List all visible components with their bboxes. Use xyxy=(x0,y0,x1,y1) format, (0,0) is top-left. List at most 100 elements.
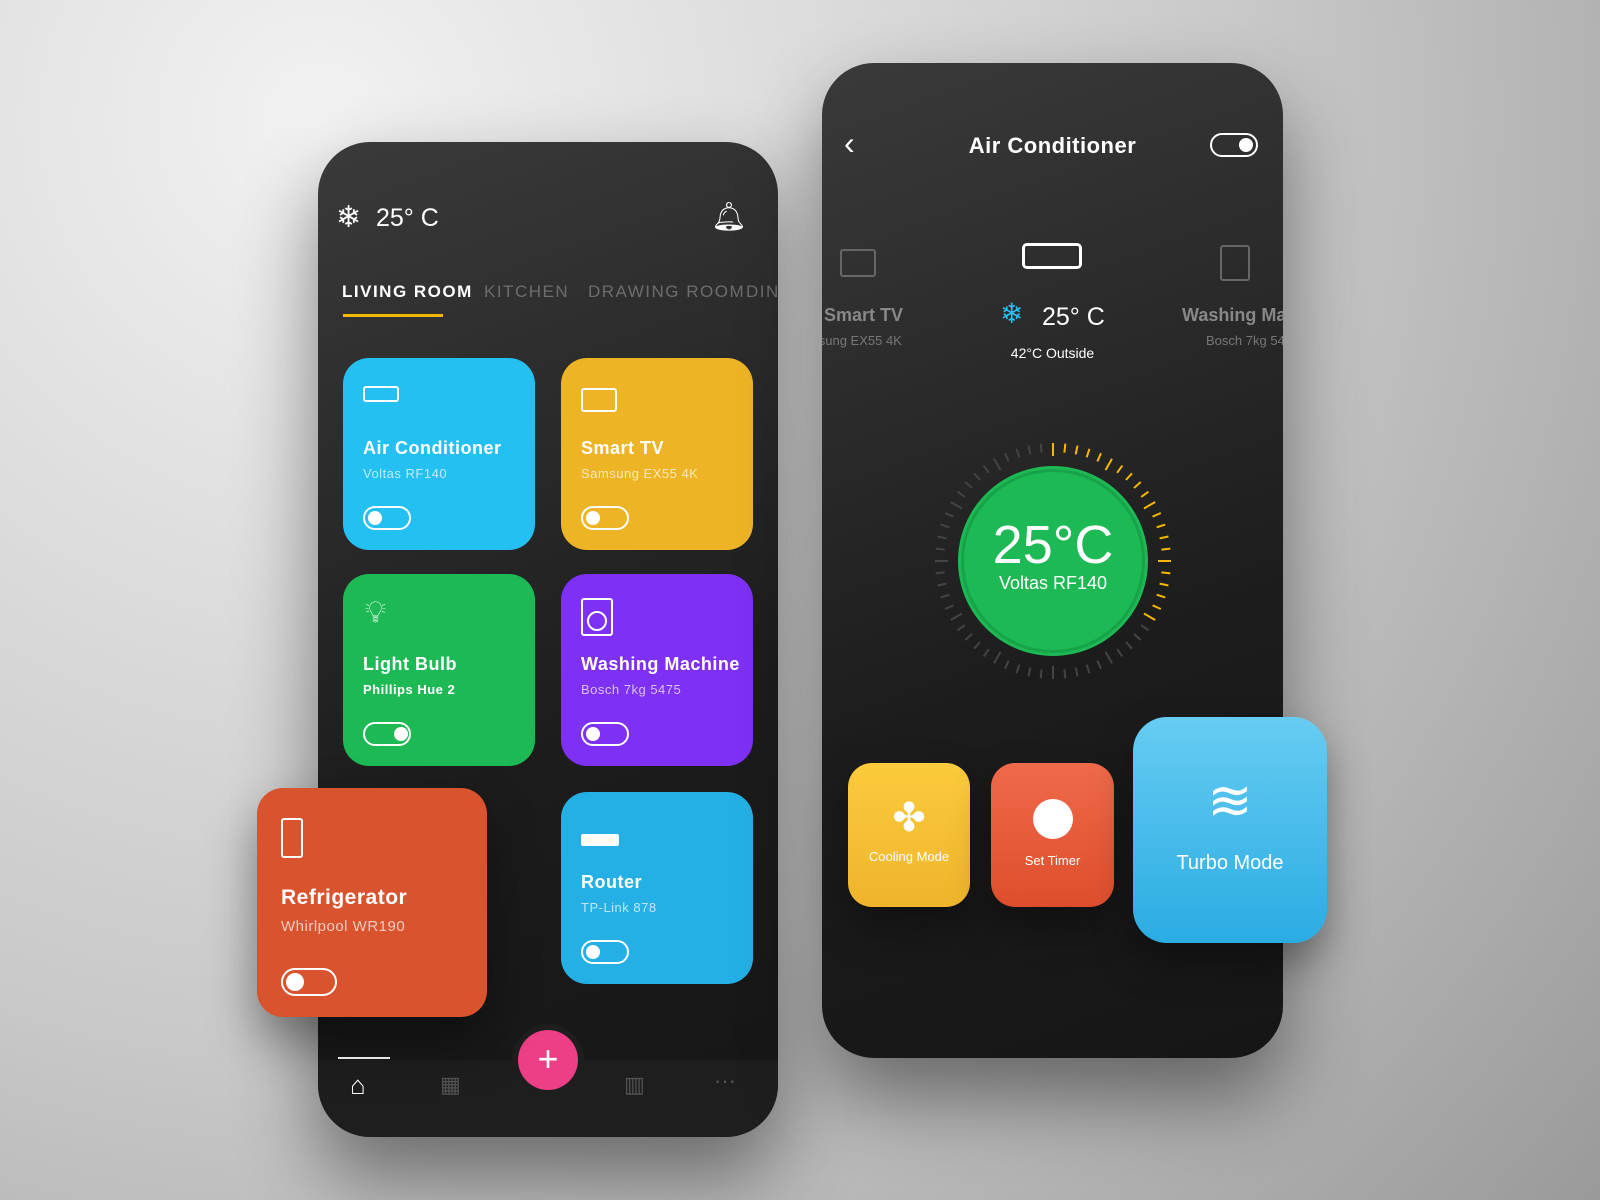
dial-tick xyxy=(1143,612,1156,621)
dial-tick xyxy=(1063,669,1067,679)
tab-living-room[interactable]: LIVING ROOM xyxy=(342,282,473,302)
dial-tick xyxy=(1116,464,1124,474)
dial-tick xyxy=(1125,641,1133,650)
dial-tick xyxy=(935,547,945,551)
dial-tick xyxy=(1133,633,1142,641)
dial-tick xyxy=(1085,664,1091,674)
dial-tick xyxy=(1152,604,1162,610)
dial-center: 25°C Voltas RF140 xyxy=(961,469,1145,653)
chart-icon[interactable]: ▥ xyxy=(624,1072,645,1098)
dial-tick xyxy=(950,501,963,510)
wind-icon: ≋ xyxy=(1207,771,1253,831)
dial-tick xyxy=(944,512,954,518)
home-icon[interactable]: ⌂ xyxy=(350,1070,366,1101)
light-bulb-icon: 💡︎ xyxy=(365,596,386,629)
mode-label: Cooling Mode xyxy=(868,849,950,864)
dial-tick xyxy=(1125,472,1133,481)
more-icon[interactable]: ··· xyxy=(714,1068,736,1094)
device-model: Voltas RF140 xyxy=(363,466,448,481)
dial-tick xyxy=(1140,624,1150,632)
dial-tick xyxy=(937,582,947,587)
dial-tick xyxy=(1152,512,1162,518)
device-card-ac[interactable]: Air Conditioner Voltas RF140 xyxy=(343,358,535,550)
mode-label: Set Timer xyxy=(1024,853,1081,868)
dial-tick xyxy=(1156,523,1166,529)
dial-tick xyxy=(1096,452,1102,462)
device-toggle[interactable] xyxy=(281,968,337,996)
dial-tick xyxy=(1015,664,1021,674)
tab-drawing-room[interactable]: DRAWING ROOM xyxy=(588,282,745,302)
dial-tick xyxy=(940,523,950,529)
snowflake-icon: ❄ xyxy=(1000,298,1024,329)
device-toggle[interactable] xyxy=(581,940,629,964)
air-conditioner-icon xyxy=(363,386,399,402)
dial-tick xyxy=(1159,582,1169,587)
fan-icon: ✤ xyxy=(892,796,926,840)
set-timer-button[interactable]: Set Timer xyxy=(991,763,1114,907)
dial-tick xyxy=(973,641,981,650)
device-card-router[interactable]: Router TP-Link 878 xyxy=(561,792,753,984)
dial-tick xyxy=(956,490,966,498)
dial-tick xyxy=(1027,445,1032,455)
carousel-item-name[interactable]: Smart TV xyxy=(824,305,903,326)
device-model: Bosch 7kg 5475 xyxy=(581,682,682,697)
device-card-washer[interactable]: Washing Machine Bosch 7kg 5475 xyxy=(561,574,753,766)
device-name: Smart TV xyxy=(581,438,665,458)
cooling-mode-button[interactable]: ✤ Cooling Mode xyxy=(848,763,970,907)
dial-tick xyxy=(993,458,1002,471)
clock-icon xyxy=(1032,799,1073,839)
dial-tick xyxy=(993,651,1002,664)
device-toggle[interactable] xyxy=(581,722,629,746)
device-toggle[interactable] xyxy=(581,506,629,530)
dial-tick xyxy=(1004,660,1010,670)
tab-kitchen[interactable]: KITCHEN xyxy=(484,282,569,302)
add-device-button[interactable]: + xyxy=(518,1030,578,1090)
dial-tick xyxy=(1161,547,1171,551)
dial-tick xyxy=(964,633,973,641)
dial-tick xyxy=(973,472,981,481)
refrigerator-icon xyxy=(281,818,303,858)
dial-tick xyxy=(1104,651,1113,664)
dial-temperature: 25°C xyxy=(992,515,1114,575)
dial-tick xyxy=(964,481,973,489)
dial-tick xyxy=(937,535,947,540)
device-card-tv[interactable]: Smart TV Samsung EX55 4K xyxy=(561,358,753,550)
dial-tick xyxy=(956,624,966,632)
device-name: Air Conditioner xyxy=(363,438,502,458)
power-toggle[interactable] xyxy=(1210,133,1258,157)
router-icon xyxy=(581,834,619,846)
dial-tick xyxy=(982,648,990,658)
device-toggle[interactable] xyxy=(363,722,411,746)
calendar-icon[interactable]: ▦ xyxy=(440,1072,461,1098)
dial-tick xyxy=(944,604,954,610)
device-card-light[interactable]: 💡︎ Light Bulb Phillips Hue 2 xyxy=(343,574,535,766)
turbo-mode-button[interactable]: ≋ Turbo Mode xyxy=(1133,717,1327,943)
dial-tick xyxy=(1159,535,1169,540)
washing-machine-icon xyxy=(1220,245,1250,281)
carousel-item-model: Bosch 7kg 5475 xyxy=(1206,333,1283,348)
dial-tick xyxy=(1143,501,1156,510)
device-name: Router xyxy=(581,872,642,892)
tv-icon xyxy=(840,249,876,277)
dial-tick xyxy=(1161,571,1171,575)
device-name: Refrigerator xyxy=(281,886,408,909)
dial-tick xyxy=(1027,667,1032,677)
device-card-refrigerator[interactable]: Refrigerator Whirlpool WR190 xyxy=(257,788,487,1017)
device-name: Light Bulb xyxy=(363,654,457,674)
dial-tick xyxy=(982,464,990,474)
device-name: Washing Machine xyxy=(581,654,740,674)
dial-tick xyxy=(1039,443,1043,453)
dial-tick xyxy=(935,571,945,575)
dial-tick xyxy=(1096,660,1102,670)
carousel-item-name[interactable]: Washing Machine xyxy=(1182,305,1283,326)
dial-tick xyxy=(1156,593,1166,599)
dial-tick xyxy=(950,612,963,621)
dial-tick xyxy=(940,593,950,599)
washing-machine-icon xyxy=(581,598,613,636)
dial-tick xyxy=(1104,458,1113,471)
dial-tick xyxy=(1063,443,1067,453)
device-toggle[interactable] xyxy=(363,506,411,530)
tab-dining[interactable]: DINI xyxy=(746,282,778,302)
dial-tick xyxy=(1085,448,1091,458)
dial-tick xyxy=(1074,445,1079,455)
